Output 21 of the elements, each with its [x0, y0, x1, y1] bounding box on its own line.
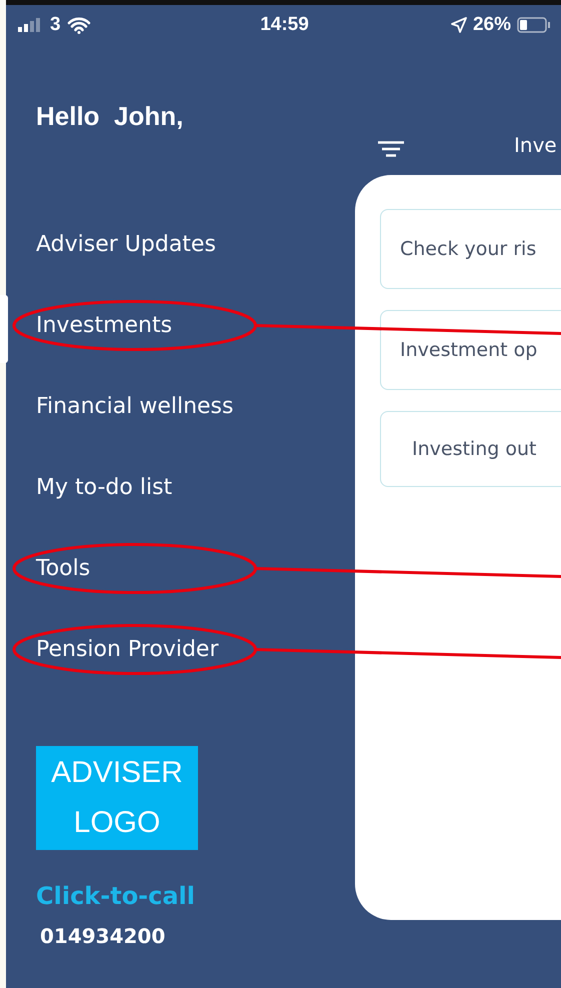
battery-percentage: 26%	[472, 14, 511, 36]
menu-item[interactable]: Tools	[36, 528, 234, 609]
adviser-logo: ADVISER LOGO	[36, 746, 198, 850]
option-card[interactable]: Investment op	[380, 310, 561, 390]
greeting: Hello John,	[36, 101, 184, 132]
wifi-icon	[66, 16, 91, 34]
menu-item[interactable]: Pension Provider	[36, 609, 234, 690]
drawer-handle[interactable]	[0, 295, 8, 363]
menu-item[interactable]: Investments	[36, 285, 234, 366]
option-card[interactable]: Investing out	[380, 411, 561, 487]
page-title: Inve	[514, 133, 557, 157]
menu-icon[interactable]	[378, 141, 404, 157]
menu-item[interactable]: Adviser Updates	[36, 204, 234, 285]
location-arrow-icon	[450, 17, 467, 33]
phone-number: 014934200	[40, 924, 166, 948]
carrier-name: 3	[50, 14, 61, 36]
menu-item[interactable]: Financial wellness	[36, 366, 234, 447]
menu-item[interactable]: My to-do list	[36, 447, 234, 528]
battery-icon	[517, 17, 551, 33]
option-card[interactable]: Check your ris	[380, 209, 561, 289]
clock-time: 14:59	[260, 14, 309, 36]
